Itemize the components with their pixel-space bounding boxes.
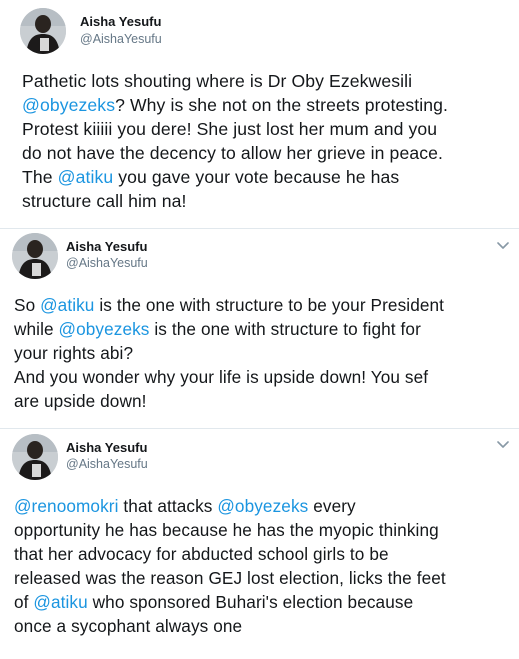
mention-link[interactable]: @obyezeks xyxy=(22,95,115,115)
tweet-line: while @obyezeks is the one with structur… xyxy=(14,317,444,341)
tweet-line: once a sycophant always one xyxy=(14,614,446,638)
tweet-line: Pathetic lots shouting where is Dr Oby E… xyxy=(22,69,448,93)
tweet-text: The xyxy=(22,167,58,187)
tweet-2: Aisha Yesufu @AishaYesufu So @atiku is t… xyxy=(0,229,519,428)
tweet-1: Aisha Yesufu @AishaYesufu Pathetic lots … xyxy=(0,0,519,228)
tweet-body: @renoomokri that attacks @obyezeks every… xyxy=(14,494,446,638)
tweet-text: Pathetic lots shouting where is Dr Oby E… xyxy=(22,71,413,91)
tweet-line: that her advocacy for abducted school gi… xyxy=(14,542,446,566)
author-name[interactable]: Aisha Yesufu xyxy=(66,440,147,455)
author-name[interactable]: Aisha Yesufu xyxy=(80,14,161,29)
tweet-line: Protest kiiiii you dere! She just lost h… xyxy=(22,117,448,141)
author-handle[interactable]: @AishaYesufu xyxy=(66,457,148,471)
avatar-photo xyxy=(20,8,66,54)
tweet-text: once a sycophant always one xyxy=(14,616,243,636)
tweet-line: So @atiku is the one with structure to b… xyxy=(14,293,444,317)
tweet-3: Aisha Yesufu @AishaYesufu @renoomokri th… xyxy=(0,429,519,659)
tweet-line: released was the reason GEJ lost electio… xyxy=(14,566,446,590)
mention-link[interactable]: @obyezeks xyxy=(217,496,308,516)
tweet-text: structure call him na! xyxy=(22,191,187,211)
tweet-text: is the one with structure to be your Pre… xyxy=(94,295,445,315)
tweet-text: every xyxy=(308,496,356,516)
avatar-photo xyxy=(12,434,58,480)
avatar[interactable] xyxy=(12,434,58,480)
tweet-line: of @atiku who sponsored Buhari's electio… xyxy=(14,590,446,614)
tweet-text: Protest kiiiii you dere! She just lost h… xyxy=(22,119,438,139)
tweet-text: is the one with structure to fight for xyxy=(149,319,421,339)
tweet-text: ? Why is she not on the streets protesti… xyxy=(115,95,448,115)
tweet-line: structure call him na! xyxy=(22,189,448,213)
tweet-line: opportunity he has because he has the my… xyxy=(14,518,446,542)
author-handle[interactable]: @AishaYesufu xyxy=(66,256,148,270)
mention-link[interactable]: @atiku xyxy=(58,167,114,187)
tweet-line: do not have the decency to allow her gri… xyxy=(22,141,448,165)
tweet-line: And you wonder why your life is upside d… xyxy=(14,365,444,389)
chevron-down-icon[interactable] xyxy=(496,241,510,251)
tweet-text: do not have the decency to allow her gri… xyxy=(22,143,443,163)
tweet-text: are upside down! xyxy=(14,391,147,411)
tweet-text: of xyxy=(14,592,34,612)
tweet-text: your rights abi? xyxy=(14,343,134,363)
tweet-text: So xyxy=(14,295,41,315)
mention-link[interactable]: @renoomokri xyxy=(14,496,119,516)
mention-link[interactable]: @atiku xyxy=(33,592,87,612)
tweet-line: your rights abi? xyxy=(14,341,444,365)
tweet-text: who sponsored Buhari's election because xyxy=(87,592,414,612)
avatar[interactable] xyxy=(12,233,58,279)
tweet-text: released was the reason GEJ lost electio… xyxy=(14,568,446,588)
tweet-text: And you wonder why your life is upside d… xyxy=(14,367,429,387)
tweet-line: @renoomokri that attacks @obyezeks every xyxy=(14,494,446,518)
tweet-line: @obyezeks? Why is she not on the streets… xyxy=(22,93,448,117)
author-name[interactable]: Aisha Yesufu xyxy=(66,239,147,254)
tweet-text: you gave your vote because he has xyxy=(113,167,400,187)
author-handle[interactable]: @AishaYesufu xyxy=(80,32,162,46)
mention-link[interactable]: @atiku xyxy=(40,295,94,315)
tweet-text: opportunity he has because he has the my… xyxy=(14,520,439,540)
tweet-text: while xyxy=(14,319,59,339)
tweet-line: are upside down! xyxy=(14,389,444,413)
tweet-body: So @atiku is the one with structure to b… xyxy=(14,293,444,413)
tweet-line: The @atiku you gave your vote because he… xyxy=(22,165,448,189)
avatar-photo xyxy=(12,233,58,279)
tweet-text: that her advocacy for abducted school gi… xyxy=(14,544,389,564)
avatar[interactable] xyxy=(20,8,66,54)
mention-link[interactable]: @obyezeks xyxy=(59,319,150,339)
tweet-text: that attacks xyxy=(118,496,218,516)
chevron-down-icon[interactable] xyxy=(496,440,510,450)
tweet-body: Pathetic lots shouting where is Dr Oby E… xyxy=(22,69,448,213)
